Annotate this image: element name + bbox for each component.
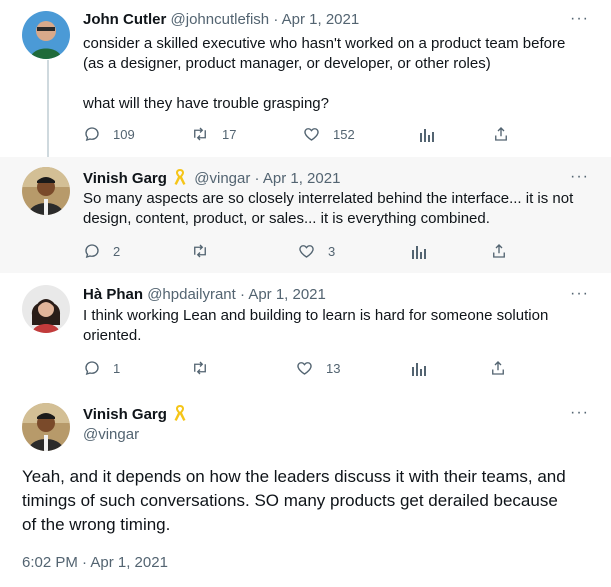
tweet-text-line: design, content, product, or sales... it… xyxy=(83,210,490,227)
avatar-vinish-garg[interactable] xyxy=(22,167,70,215)
separator: · xyxy=(254,170,260,187)
tweet-date[interactable]: Apr 1, 2021 xyxy=(282,11,360,28)
tweet-text: I think working Lean and building to lea… xyxy=(83,306,593,346)
share-icon xyxy=(493,244,505,258)
tweet-vinish-garg-reply[interactable]: Vinish Garg @vingar · Apr 1, 2021 ··· So… xyxy=(0,157,611,273)
main-tweet-text: Yeah, and it depends on how the leaders … xyxy=(22,465,592,537)
reply-icon xyxy=(85,127,99,142)
main-author-block: Vinish Garg @vingar xyxy=(83,404,190,445)
author-handle[interactable]: @vingar xyxy=(83,425,190,445)
tweet-header: Hà Phan @hpdailyrant · Apr 1, 2021 xyxy=(83,285,326,305)
reply-button[interactable]: 2 xyxy=(83,242,120,260)
retweet-icon xyxy=(194,244,206,258)
tweet-header: John Cutler @johncutlefish · Apr 1, 2021 xyxy=(83,10,359,30)
views-button[interactable] xyxy=(411,242,427,260)
heart-icon xyxy=(299,245,314,258)
reply-icon xyxy=(85,361,99,376)
tweet-timestamp[interactable]: 6:02 PM · Apr 1, 2021 xyxy=(22,554,168,571)
tweet-actions: 2 3 xyxy=(83,242,513,262)
retweet-icon xyxy=(194,127,206,141)
analytics-icon xyxy=(412,363,426,376)
tweet-text: So many aspects are so closely interrela… xyxy=(83,189,593,229)
author-name[interactable]: John Cutler xyxy=(83,11,166,28)
reply-button[interactable]: 1 xyxy=(83,359,120,377)
author-name[interactable]: Vinish Garg xyxy=(83,406,167,423)
yellow-ribbon-icon xyxy=(174,169,186,185)
retweet-icon xyxy=(194,361,206,375)
author-handle[interactable]: @hpdailyrant xyxy=(147,286,236,303)
analytics-icon xyxy=(412,246,426,259)
heart-icon xyxy=(304,128,319,141)
main-tweet-vinish-garg: Vinish Garg @vingar ··· Yeah, and it dep… xyxy=(0,391,611,587)
separator: · xyxy=(239,286,245,303)
retweet-button[interactable] xyxy=(190,242,210,260)
tweet-text-line: consider a skilled executive who hasn't … xyxy=(83,35,566,52)
reply-button[interactable]: 109 xyxy=(83,125,135,143)
tweet-actions: 1 13 xyxy=(83,359,513,379)
retweet-button[interactable]: 17 xyxy=(190,125,236,143)
tweet-text-line: Yeah, and it depends on how the leaders … xyxy=(22,467,566,486)
views-button[interactable] xyxy=(411,359,427,377)
like-button[interactable]: 152 xyxy=(302,125,355,143)
like-button[interactable]: 3 xyxy=(297,242,335,260)
analytics-icon xyxy=(420,129,434,142)
like-count: 13 xyxy=(326,360,341,376)
tweet-date[interactable]: Apr 1, 2021 xyxy=(263,170,341,187)
reply-icon xyxy=(85,244,99,259)
tweet-text: consider a skilled executive who hasn't … xyxy=(83,34,593,114)
tweet-text-line: timings of such conversations. SO many p… xyxy=(22,491,558,510)
like-count: 152 xyxy=(333,126,355,142)
yellow-ribbon-icon xyxy=(174,405,186,421)
avatar-vinish-garg[interactable] xyxy=(22,403,70,451)
author-name[interactable]: Hà Phan xyxy=(83,286,143,303)
tweet-text-line: what will they have trouble grasping? xyxy=(83,95,329,112)
author-handle[interactable]: @vingar xyxy=(194,170,250,187)
more-options-icon[interactable]: ··· xyxy=(570,168,589,186)
tweet-john-cutler[interactable]: John Cutler @johncutlefish · Apr 1, 2021… xyxy=(0,0,611,157)
more-options-icon[interactable]: ··· xyxy=(570,285,589,303)
views-button[interactable] xyxy=(419,125,435,143)
avatar-ha-phan[interactable] xyxy=(22,285,70,333)
share-button[interactable] xyxy=(490,242,508,260)
share-button[interactable] xyxy=(489,359,507,377)
share-icon xyxy=(495,127,507,141)
author-name[interactable]: Vinish Garg xyxy=(83,170,167,187)
tweet-text-line: oriented. xyxy=(83,327,142,344)
author-handle[interactable]: @johncutlefish xyxy=(171,11,270,28)
like-button[interactable]: 13 xyxy=(295,359,340,377)
tweet-text-line: So many aspects are so closely interrela… xyxy=(83,190,574,207)
tweet-text-line: (as a designer, product manager, or deve… xyxy=(83,55,491,72)
reply-count: 2 xyxy=(113,243,121,259)
more-options-icon[interactable]: ··· xyxy=(570,10,589,28)
tweet-ha-phan[interactable]: Hà Phan @hpdailyrant · Apr 1, 2021 ··· I… xyxy=(0,273,611,391)
tweet-actions: 109 17 152 xyxy=(83,125,513,145)
retweet-count: 17 xyxy=(222,126,237,142)
share-icon xyxy=(492,361,504,375)
heart-icon xyxy=(297,362,312,375)
tweet-date[interactable]: Apr 1, 2021 xyxy=(248,286,326,303)
like-count: 3 xyxy=(328,243,336,259)
separator: · xyxy=(273,11,279,28)
tweet-text-line: of the wrong timing. xyxy=(22,515,171,534)
retweet-button[interactable] xyxy=(190,359,210,377)
avatar-john-cutler[interactable] xyxy=(22,11,70,59)
tweet-header: Vinish Garg @vingar · Apr 1, 2021 xyxy=(83,168,340,189)
more-options-icon[interactable]: ··· xyxy=(570,404,589,422)
reply-count: 109 xyxy=(113,126,135,142)
share-button[interactable] xyxy=(492,125,510,143)
tweet-text-line: I think working Lean and building to lea… xyxy=(83,307,549,324)
reply-count: 1 xyxy=(113,360,121,376)
